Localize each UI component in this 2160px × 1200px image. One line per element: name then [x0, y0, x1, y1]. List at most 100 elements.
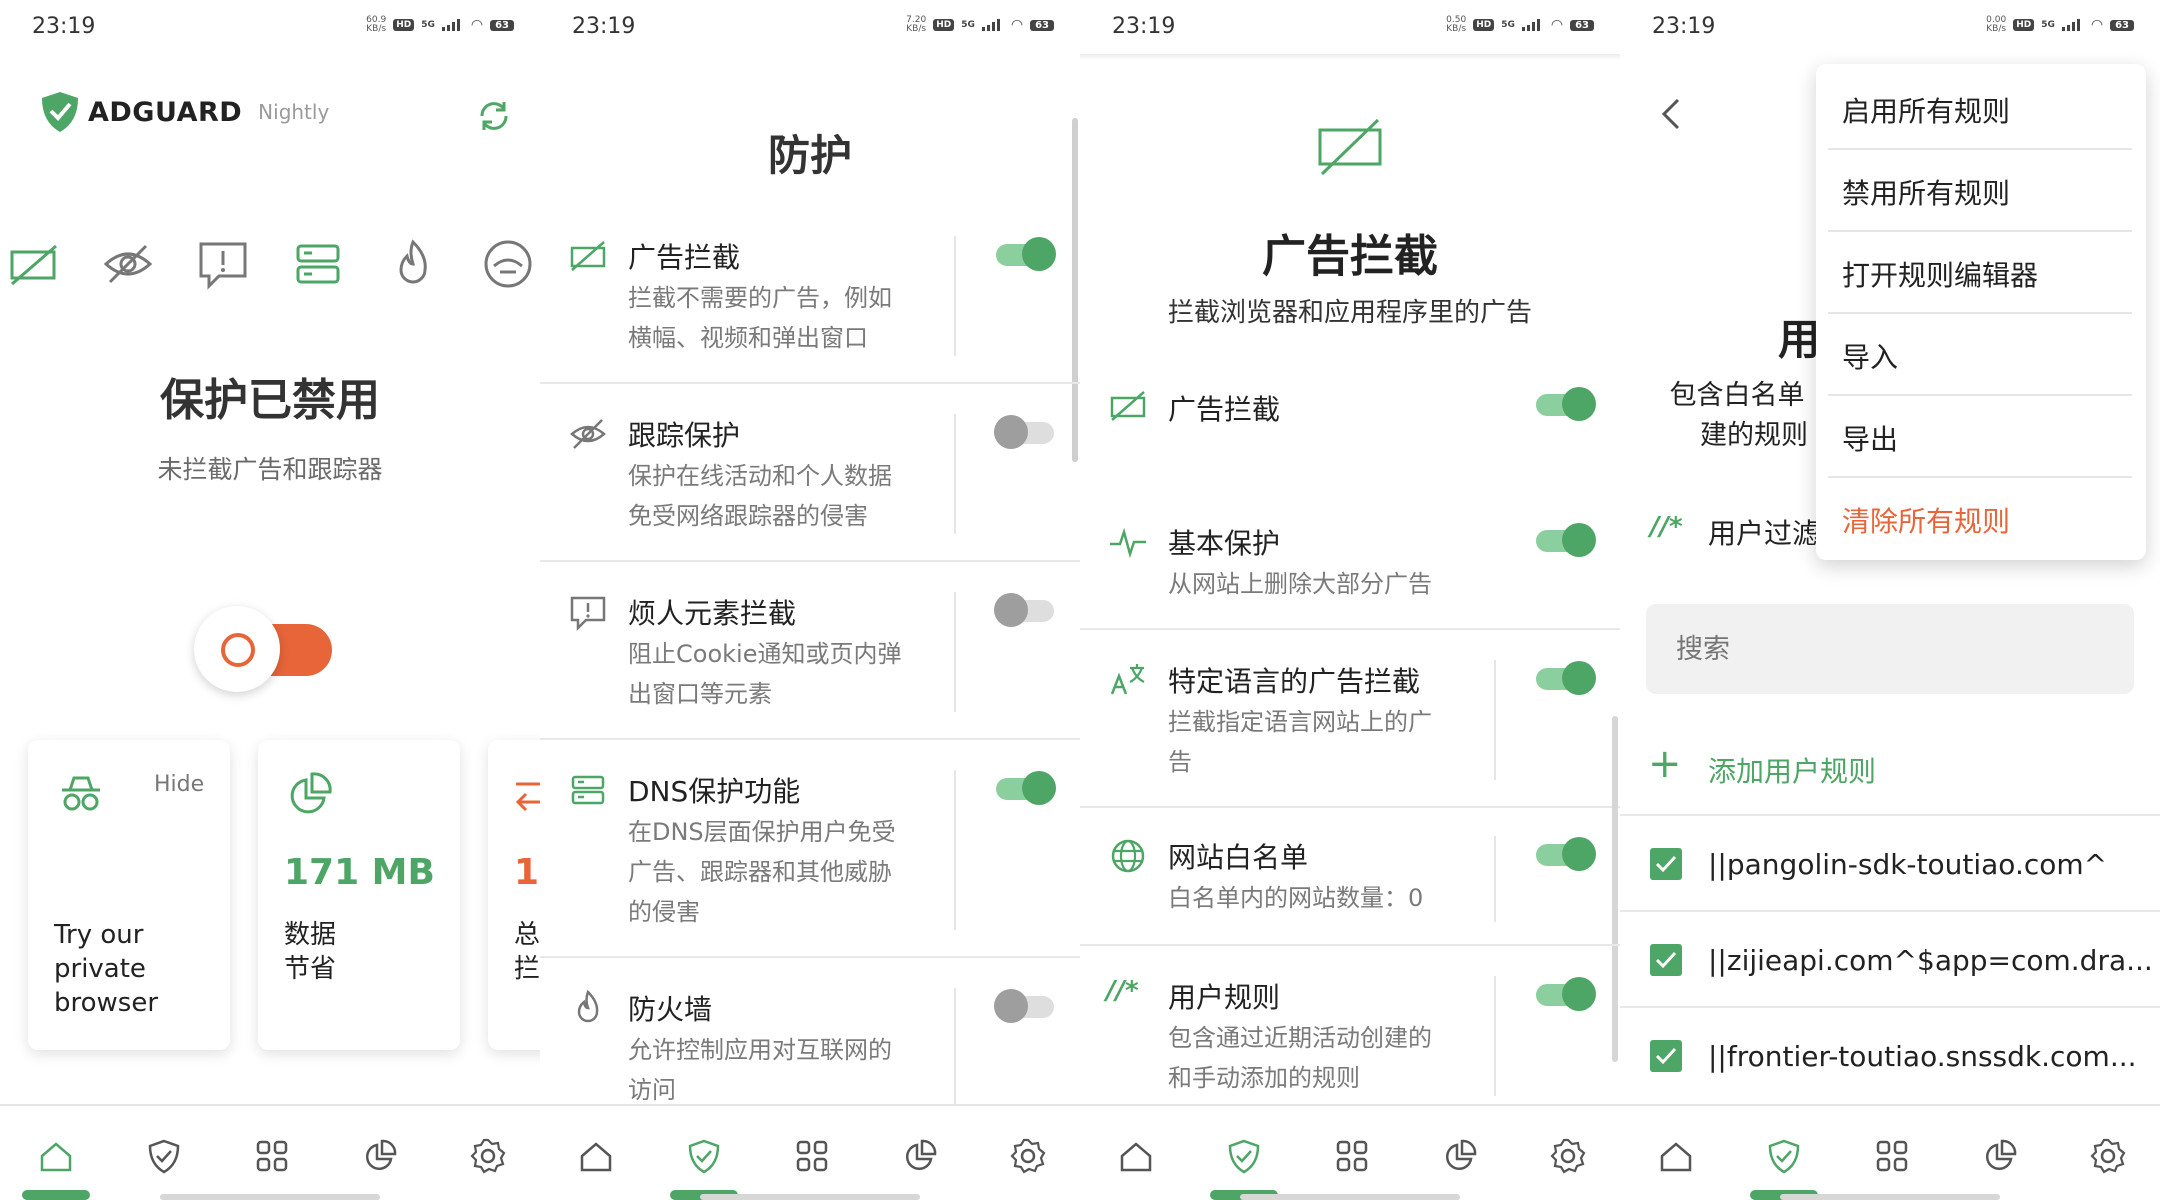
item-title: DNS保护功能	[628, 775, 801, 808]
menu-disable-all[interactable]: 禁用所有规则	[1842, 172, 2010, 212]
item-desc: 从网站上删除大部分广告	[1168, 570, 1432, 598]
bottom-nav	[1080, 1104, 1620, 1200]
nav-settings-icon[interactable]	[468, 1136, 512, 1180]
dns-icon[interactable]	[290, 236, 346, 292]
menu-open-editor[interactable]: 打开规则编辑器	[1842, 254, 2038, 294]
battery-icon: 63	[2110, 19, 2134, 31]
data-saved-value: 171 MB	[284, 852, 435, 893]
tracking-switch[interactable]	[994, 412, 1058, 452]
dns-switch[interactable]	[994, 768, 1058, 808]
app-logo: ADGUARD Nightly	[40, 90, 329, 134]
nav-statistics-icon[interactable]	[900, 1136, 944, 1180]
signal-bars-icon	[2061, 19, 2084, 31]
firewall-icon[interactable]	[385, 236, 441, 292]
search-input[interactable]	[1674, 628, 2098, 670]
rule-checkbox[interactable]	[1650, 1040, 1682, 1072]
menu-enable-all[interactable]: 启用所有规则	[1842, 90, 2010, 130]
globe-icon	[1111, 839, 1145, 873]
signal-icon: 5G	[961, 20, 975, 30]
total-blocked-card[interactable]: 1! 总 拦	[488, 740, 540, 1050]
nav-statistics-icon[interactable]	[360, 1136, 404, 1180]
nav-home-icon[interactable]	[1116, 1136, 1160, 1180]
back-arrow-icon[interactable]	[1656, 96, 1686, 132]
hd-icon: HD	[1473, 19, 1495, 31]
ad-blocking-master-switch[interactable]	[1534, 384, 1598, 424]
total-blocked-label: 总	[514, 920, 540, 950]
data-saved-card[interactable]: 171 MB 数据 节省	[258, 740, 460, 1050]
nav-settings-icon[interactable]	[1548, 1136, 1592, 1180]
nav-protection-icon[interactable]	[684, 1136, 728, 1180]
item-desc: 在DNS层面保护用户免受 广告、跟踪器和其他威胁 的侵害	[628, 818, 896, 926]
allowlist-switch[interactable]	[1534, 834, 1598, 874]
user-rules-switch[interactable]	[1534, 974, 1598, 1014]
wifi-icon: ◠	[1550, 17, 1564, 33]
gesture-bar	[160, 1194, 380, 1200]
wifi-icon: ◠	[2090, 17, 2104, 33]
firewall-switch[interactable]	[994, 986, 1058, 1026]
status-time: 23:19	[1112, 14, 1176, 39]
item-title: 烦人元素拦截	[628, 597, 797, 630]
nav-protection-icon[interactable]	[1224, 1136, 1268, 1180]
nav-statistics-icon[interactable]	[1440, 1136, 1484, 1180]
menu-import[interactable]: 导入	[1842, 336, 1898, 376]
language-adblock-switch[interactable]	[1534, 658, 1598, 698]
scrollbar[interactable]	[1072, 118, 1078, 462]
item-desc: 允许控制应用对互联网的 访问	[628, 1036, 892, 1104]
dns-icon	[571, 775, 605, 805]
scrollbar[interactable]	[1612, 716, 1618, 1062]
annoyance-icon[interactable]	[195, 236, 251, 292]
hide-card-link[interactable]: Hide	[154, 772, 204, 797]
nav-protection-icon[interactable]	[144, 1136, 188, 1180]
gesture-bar	[700, 1194, 920, 1200]
nav-settings-icon[interactable]	[1008, 1136, 1052, 1180]
status-time: 23:19	[1652, 14, 1716, 39]
nav-protection-icon[interactable]	[1764, 1136, 1808, 1180]
item-desc: 保护在线活动和个人数据 免受网络跟踪器的侵害	[628, 462, 892, 530]
rule-checkbox[interactable]	[1650, 944, 1682, 976]
nav-statistics-icon[interactable]	[1980, 1136, 2024, 1180]
nav-apps-icon[interactable]	[252, 1136, 296, 1180]
search-box[interactable]	[1646, 604, 2134, 694]
plus-icon: +	[1648, 741, 1682, 787]
main-protection-toggle[interactable]	[194, 606, 338, 692]
check-icon	[1655, 1047, 1677, 1065]
nav-apps-icon[interactable]	[1872, 1136, 1916, 1180]
item-title: 广告拦截	[1168, 393, 1281, 426]
logo-name: ADGUARD	[88, 96, 243, 128]
item-desc: 拦截指定语言网站上的广告	[1168, 708, 1432, 776]
pulse-icon	[1110, 527, 1146, 559]
pie-chart-icon	[290, 772, 332, 814]
nav-home-icon[interactable]	[576, 1136, 620, 1180]
item-title: 跟踪保护	[628, 419, 741, 452]
nav-apps-icon[interactable]	[792, 1136, 836, 1180]
nav-home-icon[interactable]	[1656, 1136, 1700, 1180]
nav-home-icon[interactable]	[36, 1136, 80, 1180]
ad-block-icon[interactable]	[6, 236, 62, 292]
adguard-shield-icon	[42, 92, 78, 132]
basic-protection-switch[interactable]	[1534, 520, 1598, 560]
incognito-glasses-icon	[62, 776, 100, 811]
rule-checkbox[interactable]	[1650, 848, 1682, 880]
translate-icon	[1110, 664, 1145, 695]
signal-bars-icon	[1521, 19, 1544, 31]
promo-line: browser	[54, 988, 159, 1018]
annoyance-switch[interactable]	[994, 590, 1058, 630]
ad-blocking-switch[interactable]	[994, 234, 1058, 274]
power-off-icon	[221, 633, 255, 667]
network-speed: 0.00 KB/s	[1986, 15, 2007, 34]
browser-promo-card[interactable]: Hide Try our private browser	[28, 740, 230, 1050]
menu-clear-all[interactable]: 清除所有规则	[1842, 500, 2010, 540]
item-desc: 包含通过近期活动创建的 和手动添加的规则	[1168, 1024, 1432, 1092]
network-speed: 7.20 KB/s	[906, 15, 927, 34]
menu-export[interactable]: 导出	[1842, 418, 1898, 458]
add-rule-label: 添加用户规则	[1708, 755, 1877, 788]
nav-settings-icon[interactable]	[2088, 1136, 2132, 1180]
refresh-icon[interactable]	[474, 96, 514, 136]
incognito-icon[interactable]	[480, 236, 536, 292]
item-title: 用户规则	[1168, 981, 1281, 1014]
status-time: 23:19	[572, 14, 636, 39]
tracking-protection-icon[interactable]	[100, 236, 156, 292]
hd-icon: HD	[393, 19, 415, 31]
protection-screen: 23:19 7.20 KB/s HD 5G ◠ 63 防护 广告拦截 拦截不需要的…	[540, 0, 1080, 1200]
nav-apps-icon[interactable]	[1332, 1136, 1376, 1180]
